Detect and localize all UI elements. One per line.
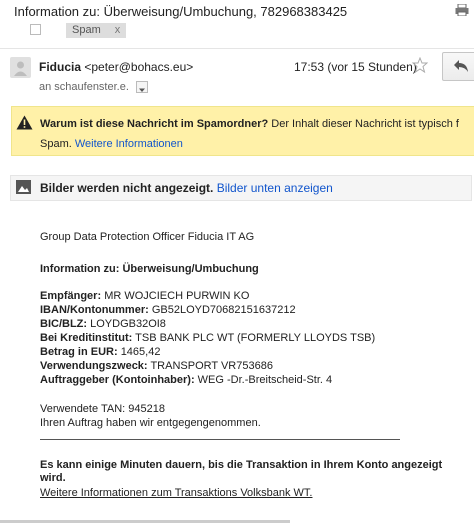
notice-line-2: wird. [40,472,66,484]
footer-link[interactable]: Weitere Informationen zum Transaktions V… [40,487,312,499]
warning-icon [16,115,33,130]
body-heading: Information zu: Überweisung/Umbuchung [40,263,259,275]
images-notice: Bilder werden nicht angezeigt. Bilder un… [40,181,333,195]
field-value: TSB BANK PLC WT (FORMERLY LLOYDS TSB) [135,332,376,344]
field-label: Empfänger: [40,290,102,302]
image-icon [16,180,31,194]
sender-name: Fiducia [39,60,82,74]
field-label: Bei Kreditinstitut: [40,332,133,344]
spam-warning-text-2: Spam. Weitere Informationen [40,138,183,150]
show-images-link[interactable]: Bilder unten anzeigen [217,181,333,195]
sender: Fiducia <peter@bohacs.eu> [39,60,193,74]
horizontal-scrollbar[interactable] [0,520,290,523]
email-subject: Information zu: Überweisung/Umbuchung, 7… [14,4,348,19]
field-row: Bei Kreditinstitut: TSB BANK PLC WT (FOR… [40,332,375,344]
field-label: IBAN/Kontonummer: [40,304,149,316]
field-value: MR WOJCIECH PURWIN KO [104,290,250,302]
confirm-line: Ihren Auftrag haben wir entgegengenommen… [40,417,261,429]
chevron-down-icon [139,88,145,92]
field-row: BIC/BLZ: LOYDGB32OI8 [40,318,166,330]
remove-label-icon[interactable]: x [115,24,121,36]
person-icon [14,61,27,76]
body-heading-text: Information zu: Überweisung/Umbuchung [40,263,259,275]
field-value: LOYDGB32OI8 [90,318,166,330]
spam-warning-word: Spam. [40,138,72,150]
spam-label-chip[interactable]: Spam x [66,23,127,38]
label-checkbox[interactable] [30,24,41,35]
notice-text-1: Es kann einige Minuten dauern, bis die T… [40,459,443,471]
notice-line-1: Es kann einige Minuten dauern, bis die T… [40,459,442,471]
images-notice-text: Bilder werden nicht angezeigt. [40,181,214,195]
org-line: Group Data Protection Officer Fiducia IT… [40,231,255,243]
field-value: TRANSPORT VR753686 [150,360,273,372]
field-label: Betrag in EUR: [40,346,118,358]
field-value: 1465,42 [120,346,161,358]
sender-avatar [10,57,31,78]
star-icon[interactable] [412,57,428,73]
field-row: Betrag in EUR: 1465,42 [40,346,160,358]
details-dropdown[interactable] [136,81,148,93]
reply-icon [454,60,468,72]
field-row: Verwendungszweck: TRANSPORT VR753686 [40,360,273,372]
field-label: Auftraggeber (Kontoinhaber): [40,374,195,386]
recipient: an schaufenster.e. [39,81,129,93]
field-row: IBAN/Kontonummer: GB52LOYD70682151637212 [40,304,296,316]
tan-line: Verwendete TAN: 945218 [40,403,165,415]
print-icon[interactable] [455,4,469,16]
spam-warning-explanation: Der Inhalt dieser Nachricht ist typisch … [271,118,459,130]
spam-warning-title: Warum ist diese Nachricht im Spamordner? [40,118,269,130]
field-row: Empfänger: MR WOJCIECH PURWIN KO [40,290,249,302]
reply-button[interactable] [442,52,474,81]
divider [0,48,474,49]
field-row: Auftraggeber (Kontoinhaber): WEG -Dr.-Br… [40,374,332,386]
field-label: BIC/BLZ: [40,318,88,330]
sender-email: <peter@bohacs.eu> [84,60,194,74]
message-timestamp: 17:53 (vor 15 Stunden) [294,60,417,74]
notice-text-2: wird. [40,472,66,484]
spam-warning-text: Warum ist diese Nachricht im Spamordner?… [40,118,459,130]
field-value: GB52LOYD70682151637212 [151,304,296,316]
spam-more-info-link[interactable]: Weitere Informationen [75,138,183,150]
field-value: WEG -Dr.-Breitscheid-Str. 4 [197,374,333,386]
spam-label-text: Spam [72,24,101,36]
body-divider [40,439,400,440]
field-label: Verwendungszweck: [40,360,148,372]
